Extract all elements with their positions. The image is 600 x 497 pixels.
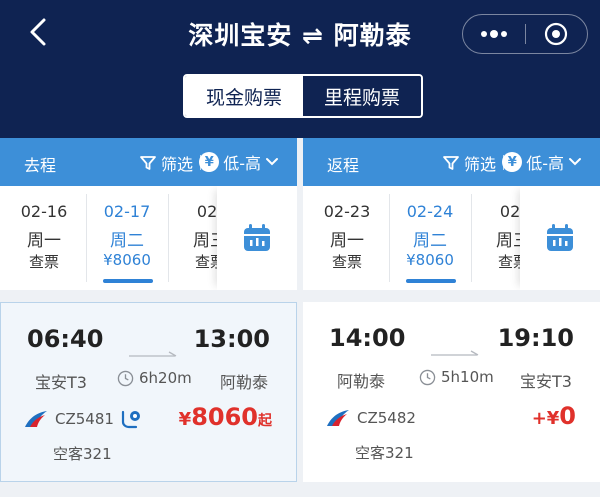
departure-time: 14:00 [329, 324, 406, 352]
outbound-direction-label: 去程 [24, 156, 57, 175]
flight-price: +¥0 [532, 402, 576, 430]
aircraft-type: 空客321 [355, 444, 414, 462]
china-southern-logo-icon [327, 410, 349, 426]
weekday-label: 周一 [27, 231, 61, 251]
airline-info: CZ5481 [23, 409, 142, 429]
spacer [303, 290, 600, 302]
outbound-date-item[interactable]: 02-16 周一 查票 [6, 186, 82, 290]
return-flight-card[interactable]: 14:00 19:10 阿勒泰 5h10m 宝安T3 CZ5482 +¥0 空客… [303, 302, 600, 482]
outbound-calendar-button[interactable] [217, 186, 297, 290]
return-direction-label: 返程 [327, 156, 360, 175]
more-dots-icon [480, 30, 507, 38]
mini-program-capsule [462, 14, 588, 54]
price-unit: +¥ [531, 408, 560, 429]
funnel-icon [443, 156, 459, 170]
arrival-airport: 阿勒泰 [219, 373, 268, 392]
calendar-icon [244, 224, 270, 251]
purchase-segmented-control: 现金购票 里程购票 [183, 74, 423, 118]
yen-icon: ¥ [199, 152, 220, 172]
date-divider [86, 194, 87, 282]
route-arrow-icon [431, 350, 479, 356]
target-close-icon [545, 22, 568, 46]
return-filter-label: 筛选 [463, 155, 496, 174]
duration-text: 6h20m [139, 369, 192, 387]
price-suffix: 起 [258, 413, 272, 429]
date-price: ¥8060 [103, 251, 151, 269]
aircraft-type: 空客321 [53, 445, 112, 463]
departure-airport: 宝安T3 [35, 373, 87, 392]
date-price: ¥8060 [406, 251, 454, 269]
outbound-sort-label: 低-高 [223, 154, 261, 173]
clock-icon [419, 369, 436, 385]
arrival-time: 13:00 [193, 325, 270, 353]
meal-service-icon [121, 410, 140, 429]
outbound-header: 去程 筛选 ¥ 低-高 [0, 138, 297, 186]
departure-airport: 阿勒泰 [337, 372, 386, 391]
return-sort-button[interactable]: ¥ 低-高 [502, 150, 582, 174]
selected-indicator [103, 279, 153, 283]
arrival-airport: 宝安T3 [520, 372, 572, 391]
flight-price: ¥8060起 [179, 403, 272, 431]
tab-miles-purchase[interactable]: 里程购票 [303, 76, 421, 116]
price-value: 0 [559, 402, 576, 430]
flight-number: CZ5482 [357, 409, 416, 427]
price-unit: ¥ [178, 409, 192, 430]
chevron-down-icon [569, 158, 581, 166]
route-arrow-icon [129, 351, 177, 357]
chevron-down-icon [266, 158, 278, 166]
china-southern-logo-icon [25, 411, 47, 427]
duration-text: 5h10m [441, 368, 494, 386]
nav-bar: 深圳宝安 ⇌ 阿勒泰 [0, 0, 600, 66]
weekday-label: 周二 [413, 231, 447, 251]
return-sort-label: 低-高 [526, 154, 564, 173]
date-divider [389, 194, 390, 282]
outbound-flight-card[interactable]: 06:40 13:00 宝安T3 6h20m 阿勒泰 CZ5481 ¥8060起… [0, 302, 297, 482]
selected-indicator [406, 279, 456, 283]
purchase-tab-bar: 现金购票 里程购票 [0, 66, 600, 138]
date-label: 02-24 [406, 202, 454, 221]
return-date-selector: 02-23 周一 查票 02-24 周二 ¥8060 02- 周三 查票 [303, 186, 600, 290]
price-value: 8060 [191, 403, 258, 431]
date-price: 查票 [331, 253, 362, 271]
calendar-icon [547, 224, 573, 251]
tab-cash-purchase[interactable]: 现金购票 [185, 76, 303, 116]
weekday-label: 周一 [330, 231, 364, 251]
close-button[interactable] [526, 15, 588, 53]
date-label: 02-16 [20, 202, 68, 221]
return-calendar-button[interactable] [520, 186, 600, 290]
return-header: 返程 筛选 ¥ 低-高 [303, 138, 600, 186]
arrival-time: 19:10 [497, 324, 574, 352]
outbound-sort-button[interactable]: ¥ 低-高 [199, 150, 279, 174]
outbound-date-selector: 02-16 周一 查票 02-17 周二 ¥8060 02- 周三 查票 [0, 186, 297, 290]
date-price: 查票 [28, 253, 59, 271]
more-button[interactable] [463, 15, 525, 53]
return-date-item-selected[interactable]: 02-24 周二 ¥8060 [392, 186, 468, 290]
outbound-filter-button[interactable]: 筛选 [139, 151, 193, 175]
outbound-filter-label: 筛选 [160, 155, 193, 174]
return-column: 返程 筛选 ¥ 低-高 02-23 周一 查票 02-24 周二 ¥8060 0… [303, 138, 600, 497]
flight-number: CZ5481 [55, 410, 114, 428]
return-filter-button[interactable]: 筛选 [442, 151, 496, 175]
date-label: 02-23 [323, 202, 371, 221]
flight-duration: 6h20m [117, 369, 192, 387]
weekday-label: 周二 [110, 231, 144, 251]
clock-icon [117, 370, 134, 386]
spacer [0, 290, 297, 302]
departure-time: 06:40 [27, 325, 104, 353]
date-divider [471, 194, 472, 282]
outbound-column: 去程 筛选 ¥ 低-高 02-16 周一 查票 02-17 周二 ¥8060 0… [0, 138, 297, 497]
outbound-date-item-selected[interactable]: 02-17 周二 ¥8060 [89, 186, 165, 290]
flight-duration: 5h10m [419, 368, 494, 386]
yen-icon: ¥ [502, 152, 523, 172]
date-divider [168, 194, 169, 282]
return-date-item[interactable]: 02-23 周一 查票 [309, 186, 385, 290]
date-label: 02-17 [103, 202, 151, 221]
airline-info: CZ5482 [325, 408, 416, 428]
funnel-icon [140, 156, 156, 170]
